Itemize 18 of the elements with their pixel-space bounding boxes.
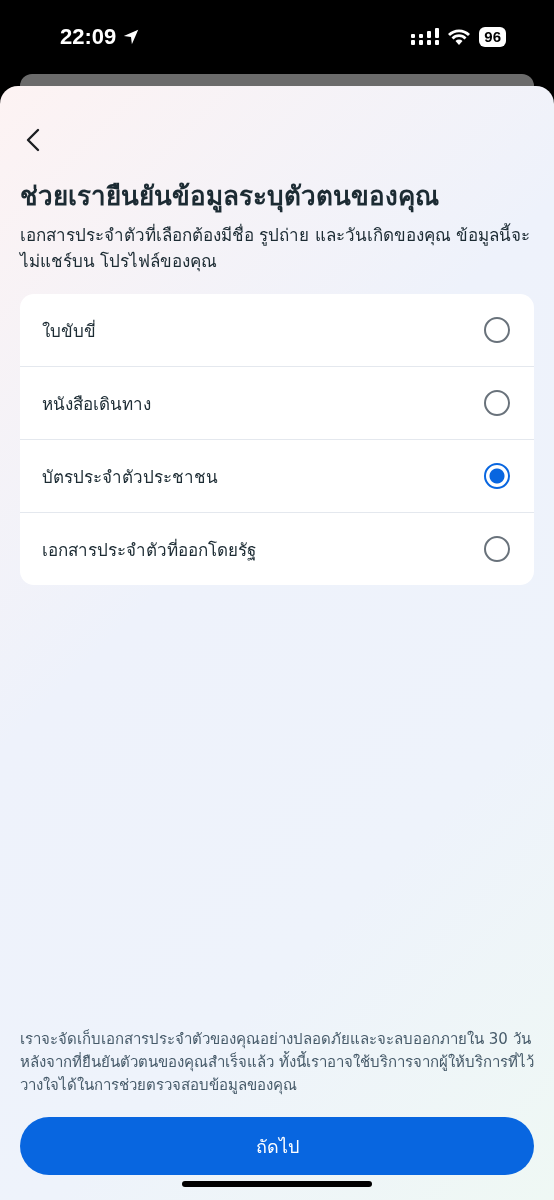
clock-time: 22:09 (60, 24, 117, 50)
radio-button[interactable] (484, 463, 510, 489)
radio-button[interactable] (484, 390, 510, 416)
privacy-note: เราจะจัดเก็บเอกสารประจำตัวของคุณอย่างปลอดภัยและจะลบออกภายใน 30 วันหลังจากที่ยืนยันตัวตนของคุณสำเร็จแล้ว ทั้งนี้เราอาจใช้บริการจากผู้ให้บริการที่ไว้วางใจได้ในการช่วยตรวจสอบข้อมูลของคุณ (20, 1028, 534, 1097)
option-row[interactable]: ใบขับขี่ (20, 294, 534, 366)
next-button[interactable]: ถัดไป (20, 1117, 534, 1175)
option-row[interactable]: เอกสารประจำตัวที่ออกโดยรัฐ (20, 512, 534, 585)
back-icon[interactable] (26, 128, 40, 152)
option-row[interactable]: หนังสือเดินทาง (20, 366, 534, 439)
page-title: ช่วยเรายืนยันข้อมูลระบุตัวตนของคุณ (20, 180, 440, 214)
location-arrow-icon (122, 28, 141, 46)
wifi-icon (447, 28, 472, 46)
description-text: เอกสารประจำตัวที่เลือกต้องมีชื่อ รูปถ่าย และวันเกิดของคุณ ข้อมูลนี้จะไม่แชร์บน โปรไฟล์ของคุณ (20, 222, 532, 274)
signal-icon (411, 28, 440, 46)
battery-icon: 96 (479, 27, 506, 47)
radio-button[interactable] (484, 536, 510, 562)
radio-button[interactable] (484, 317, 510, 343)
option-row[interactable]: บัตรประจำตัวประชาชน (20, 439, 534, 512)
